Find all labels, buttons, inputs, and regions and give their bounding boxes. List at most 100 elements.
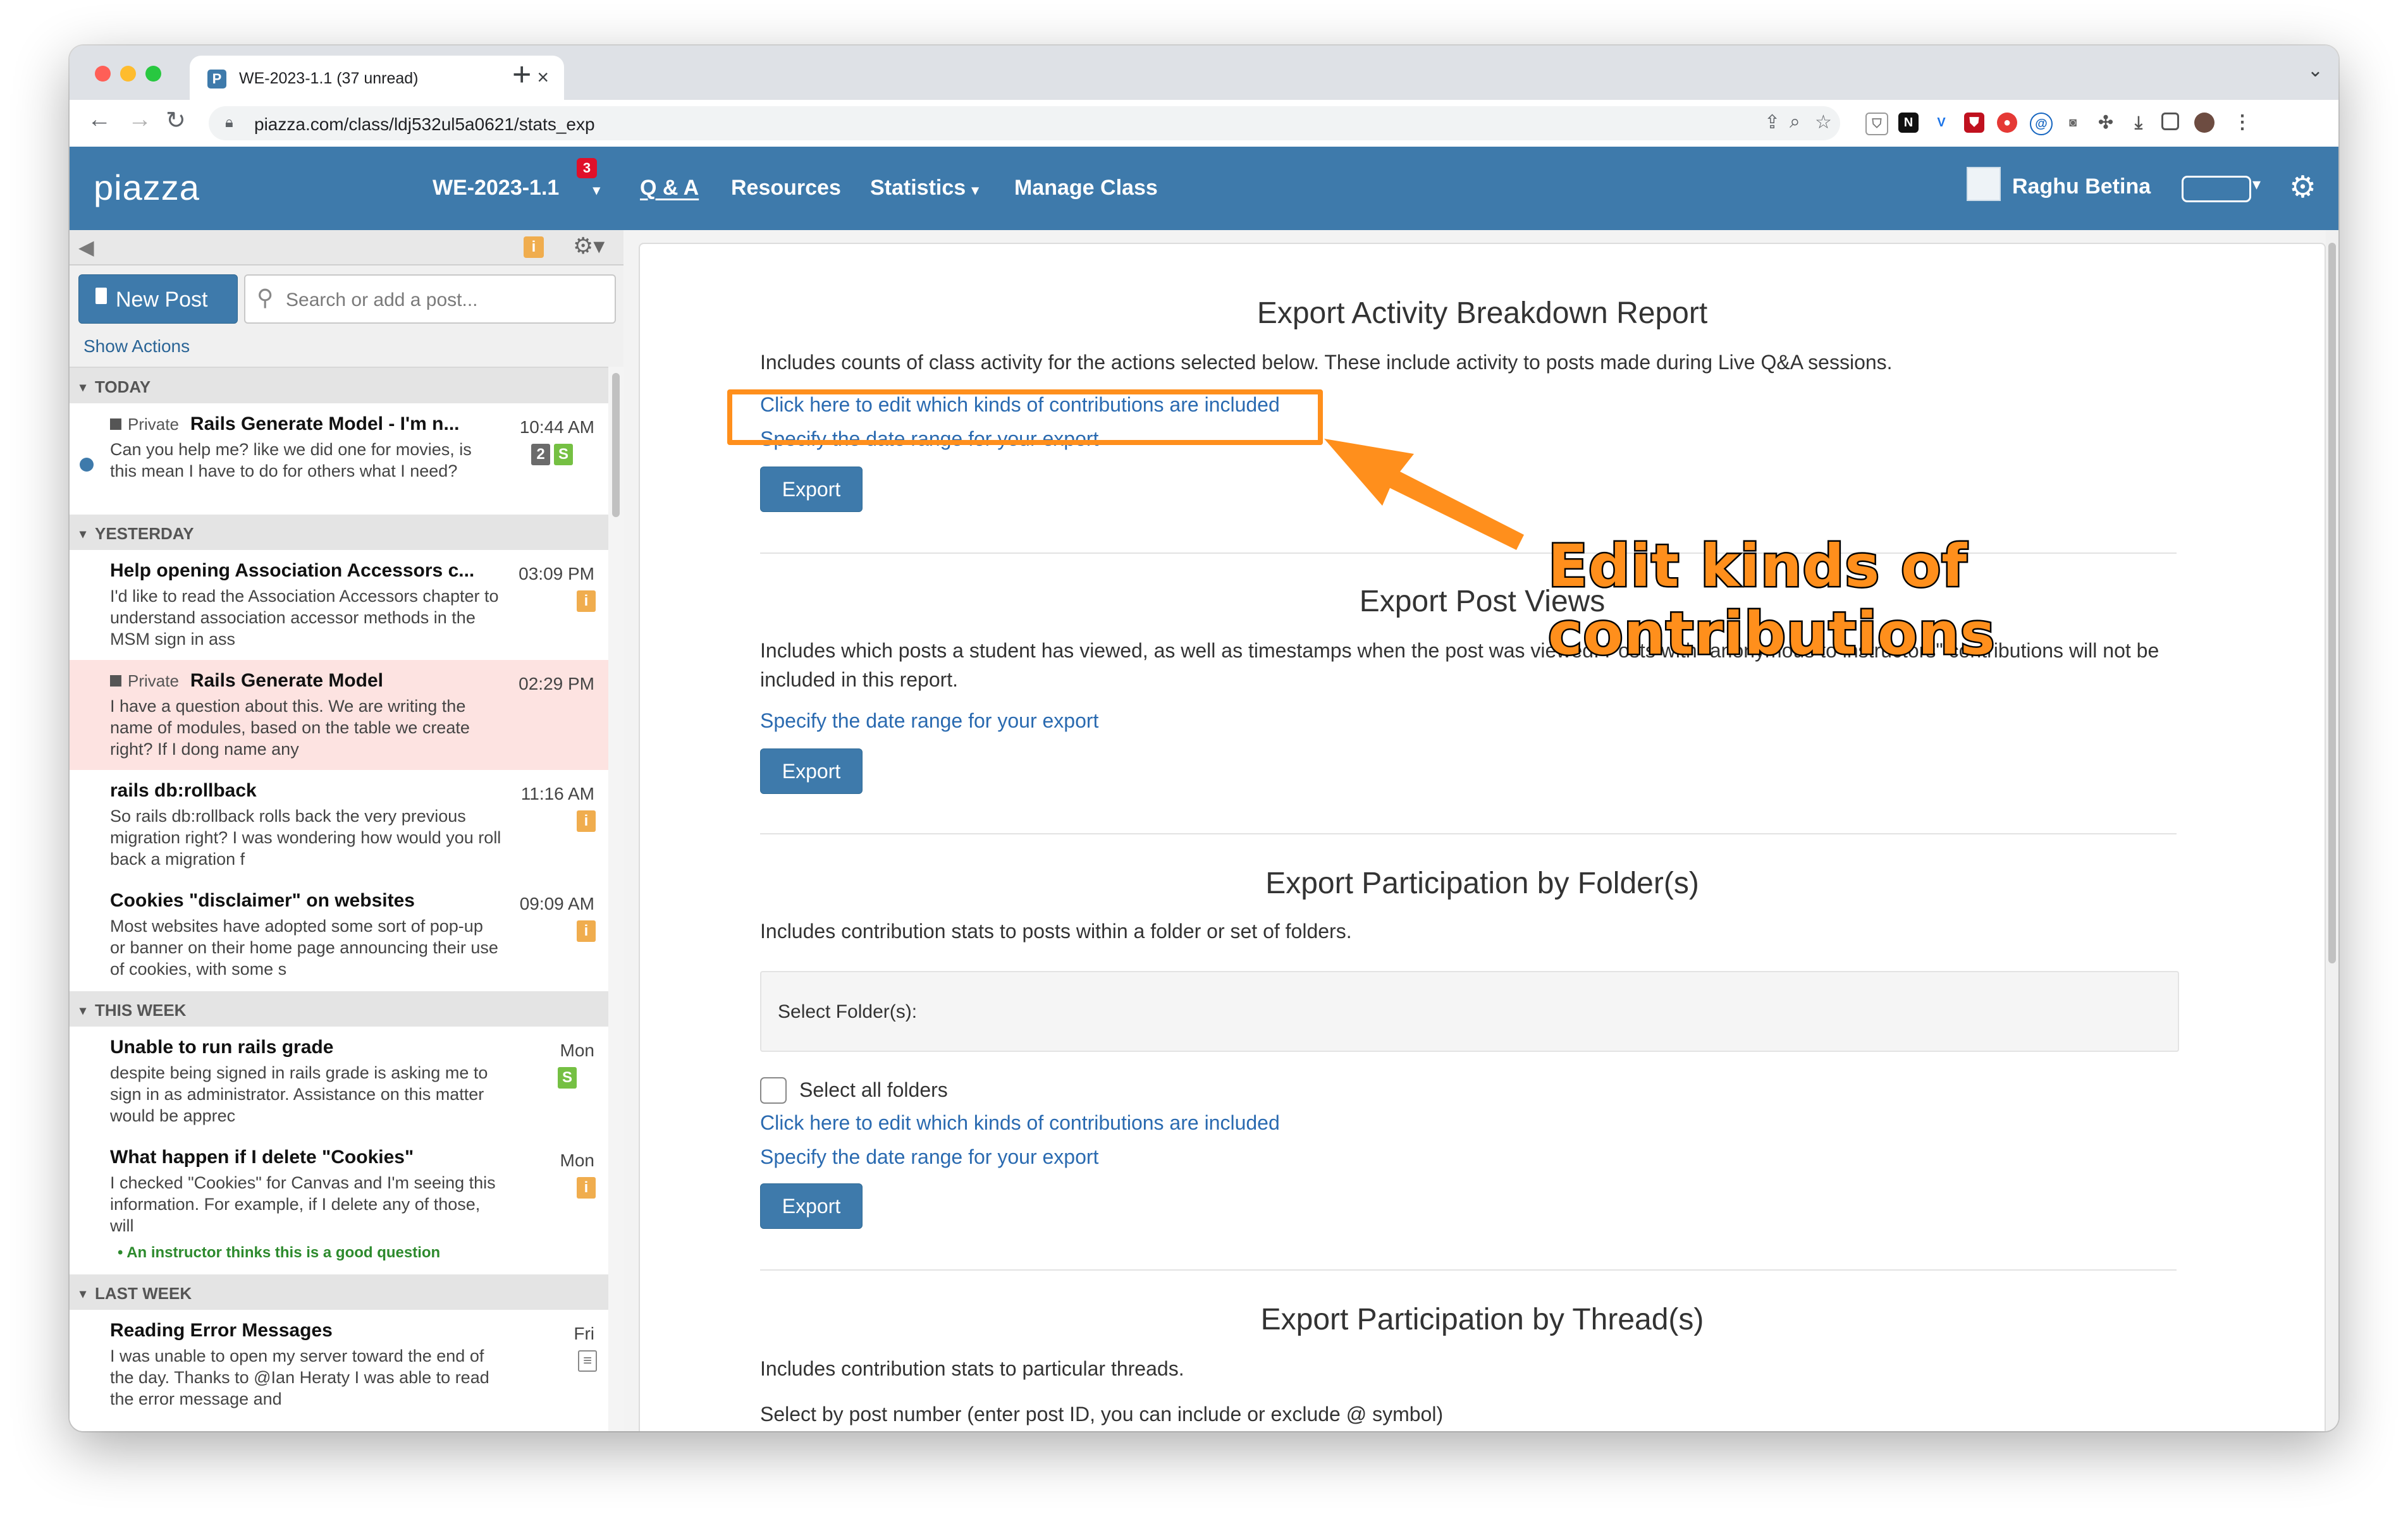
status-toggle[interactable] bbox=[2182, 176, 2251, 202]
folders-edit-contributions-link[interactable]: Click here to edit which kinds of contri… bbox=[760, 1111, 1280, 1135]
folders-date-range-link[interactable]: Specify the date range for your export bbox=[760, 1145, 1098, 1169]
post-feed-sidebar: ◀ i ⚙▾ New Post ⚲ Search or add a post..… bbox=[70, 230, 625, 1431]
download-icon[interactable]: ⤓ bbox=[2128, 113, 2149, 133]
lock-icon: 🔒︎ bbox=[225, 114, 233, 131]
show-actions-link[interactable]: Show Actions bbox=[83, 336, 190, 357]
nav-statistics[interactable]: Statistics ▾ bbox=[870, 176, 979, 200]
toggle-caret-icon[interactable]: ▾ bbox=[2252, 174, 2261, 194]
section-title-breakdown: Export Activity Breakdown Report bbox=[1256, 296, 1708, 330]
reload-icon[interactable]: ↻ bbox=[166, 106, 186, 135]
instructor-note-badge: i bbox=[577, 1177, 596, 1199]
student-answer-badge: S bbox=[558, 1067, 577, 1089]
select-folders-label: Select Folder(s): bbox=[778, 1001, 918, 1022]
post-views-date-range-link[interactable]: Specify the date range for your export bbox=[760, 709, 1098, 733]
list-item[interactable]: Private Rails Generate Model - I'm n... C… bbox=[70, 403, 608, 516]
sidebar-scrollbar[interactable] bbox=[608, 367, 624, 1431]
new-tab-button[interactable]: + bbox=[512, 58, 531, 91]
puzzle-extensions-icon[interactable]: ✣ bbox=[2096, 113, 2116, 133]
post-title: rails db:rollback bbox=[110, 780, 257, 801]
list-item[interactable]: What happen if I delete "Cookies" I chec… bbox=[70, 1137, 608, 1276]
post-number-label: Select by post number (enter post ID, yo… bbox=[760, 1403, 1444, 1425]
piazza-logo[interactable]: piazza bbox=[94, 167, 200, 208]
maximize-window-button[interactable] bbox=[145, 66, 161, 82]
select-all-folders-checkbox[interactable] bbox=[760, 1077, 787, 1104]
share-icon[interactable]: ⇪ bbox=[1764, 111, 1780, 133]
feed-settings-gear-icon[interactable]: ⚙▾ bbox=[573, 233, 605, 259]
group-header-yesterday[interactable]: ▾ YESTERDAY bbox=[70, 515, 608, 551]
list-item-selected[interactable]: Private Rails Generate Model I have a que… bbox=[70, 660, 608, 771]
instructor-note-badge: i bbox=[577, 920, 596, 942]
collapse-sidebar-icon[interactable]: ◀ bbox=[78, 235, 94, 259]
browser-tab[interactable]: P WE-2023-1.1 (37 unread) × bbox=[190, 56, 564, 100]
bookmark-star-icon[interactable]: ☆ bbox=[1815, 111, 1832, 133]
post-time: 11:16 AM bbox=[520, 784, 594, 803]
back-arrow-icon[interactable]: ← bbox=[87, 106, 111, 133]
shield-extension-icon[interactable]: ⛉ bbox=[1865, 113, 1888, 135]
sidebar-scroll-thumb[interactable] bbox=[612, 373, 620, 517]
list-item[interactable]: Unable to run rails grade despite being … bbox=[70, 1027, 608, 1138]
post-title: Unable to run rails grade bbox=[110, 1037, 334, 1058]
user-avatar[interactable] bbox=[1967, 167, 2001, 201]
select-all-folders-label[interactable]: Select all folders bbox=[799, 1078, 948, 1102]
class-selector[interactable]: WE-2023-1.1 ▾ bbox=[433, 176, 600, 200]
document-icon bbox=[95, 288, 107, 304]
tab-search-chevron-icon[interactable]: ⌄ bbox=[2307, 59, 2323, 82]
info-filter-icon[interactable]: i bbox=[524, 236, 544, 258]
section-divider bbox=[760, 1269, 2177, 1271]
zoom-icon[interactable]: ⌕ bbox=[1790, 111, 1800, 133]
list-item[interactable]: rails db:rollback So rails db:rollback r… bbox=[70, 770, 608, 881]
browser-menu-icon[interactable]: ⋮ bbox=[2232, 113, 2252, 133]
forward-arrow-icon[interactable]: → bbox=[128, 106, 152, 133]
close-window-button[interactable] bbox=[95, 66, 111, 82]
record-extension-icon[interactable]: ● bbox=[1997, 113, 2017, 133]
nav-manage-class[interactable]: Manage Class bbox=[1014, 176, 1158, 200]
group-header-this-week[interactable]: ▾ THIS WEEK bbox=[70, 991, 608, 1027]
post-title: What happen if I delete "Cookies" bbox=[110, 1147, 414, 1168]
search-input[interactable]: ⚲ Search or add a post... bbox=[244, 274, 616, 324]
profile-avatar-icon[interactable] bbox=[2194, 113, 2214, 133]
list-item[interactable]: Cookies "disclaimer" on websites Most we… bbox=[70, 880, 608, 992]
export-breakdown-button[interactable]: Export bbox=[760, 467, 863, 512]
list-item[interactable]: Reading Error Messages I was unable to o… bbox=[70, 1310, 608, 1431]
tab-close-icon[interactable]: × bbox=[537, 66, 549, 89]
post-time: 10:44 AM bbox=[519, 417, 594, 437]
search-icon: ⚲ bbox=[257, 284, 274, 310]
url-bar[interactable]: 🔒︎ piazza.com/class/ldj532ul5a0621/stats… bbox=[209, 106, 1840, 140]
post-snippet: despite being signed in rails grade is a… bbox=[110, 1063, 488, 1125]
post-snippet: Most websites have adopted some sort of … bbox=[110, 917, 498, 979]
private-label: Private bbox=[128, 671, 179, 690]
class-unread-badge: 3 bbox=[577, 158, 597, 178]
section-title-folders: Export Participation by Folder(s) bbox=[1265, 867, 1699, 900]
post-time: 03:09 PM bbox=[519, 564, 594, 583]
ublock-extension-icon[interactable]: ⛊ bbox=[1964, 113, 1984, 133]
group-header-last-week[interactable]: ▾ LAST WEEK bbox=[70, 1274, 608, 1310]
post-badges: i bbox=[573, 590, 596, 612]
export-folders-button[interactable]: Export bbox=[760, 1183, 863, 1229]
post-title: Private Rails Generate Model - I'm n... bbox=[110, 413, 489, 435]
grammar-extension-icon[interactable]: @ bbox=[2030, 113, 2053, 135]
sidebar-panel-icon[interactable] bbox=[2161, 113, 2179, 130]
post-badges: S bbox=[554, 1067, 577, 1089]
post-badges: i bbox=[573, 920, 596, 942]
export-post-views-button[interactable]: Export bbox=[760, 748, 863, 794]
main-scrollbar[interactable] bbox=[2326, 230, 2338, 1431]
folder-selector[interactable]: Select Folder(s): bbox=[760, 971, 2179, 1052]
camera-extension-icon[interactable]: ◙ bbox=[2063, 113, 2083, 133]
piazza-favicon-icon: P bbox=[207, 70, 226, 89]
nav-resources[interactable]: Resources bbox=[731, 176, 841, 200]
post-time: 09:09 AM bbox=[519, 894, 594, 913]
statistics-caret-icon: ▾ bbox=[971, 182, 979, 198]
group-header-today[interactable]: ▾ TODAY bbox=[70, 368, 608, 404]
minimize-window-button[interactable] bbox=[120, 66, 136, 82]
post-title: Help opening Association Accessors c... bbox=[110, 560, 475, 581]
user-name[interactable]: Raghu Betina bbox=[2012, 174, 2151, 199]
nav-qa[interactable]: Q & A bbox=[640, 176, 699, 200]
class-dropdown-caret-icon: ▾ bbox=[593, 182, 600, 198]
endorsement-note: • An instructor thinks this is a good qu… bbox=[118, 1244, 441, 1261]
settings-gear-icon[interactable]: ⚙ bbox=[2289, 169, 2316, 205]
list-item[interactable]: Help opening Association Accessors c... … bbox=[70, 550, 608, 661]
post-time: Mon bbox=[560, 1041, 594, 1060]
vimeo-extension-icon[interactable]: V bbox=[1931, 113, 1951, 133]
new-post-button[interactable]: New Post bbox=[78, 274, 238, 324]
notion-extension-icon[interactable]: N bbox=[1898, 113, 1919, 133]
